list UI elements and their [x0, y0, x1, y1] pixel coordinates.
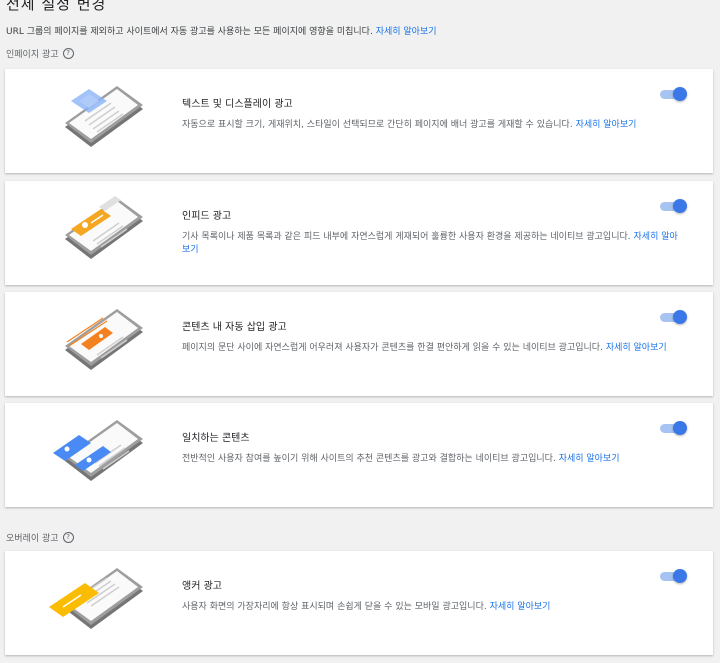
subtitle-learn-more-link[interactable]: 자세히 알아보기	[376, 27, 437, 37]
toggle-knob	[673, 87, 687, 101]
card-description: 기사 목록이나 제품 목록과 같은 피드 내부에 자연스럽게 게재되어 훌륭한 …	[182, 231, 682, 257]
infeed-illustration-icon	[65, 196, 143, 259]
section-label-overlay: 오버레이 광고 ?	[6, 531, 74, 544]
card-description: 전반적인 사용자 참여를 높이기 위해 사이트의 추천 콘텐츠를 광고와 결합하…	[182, 453, 682, 466]
card-desc-text: 사용자 화면의 가장자리에 항상 표시되며 손쉽게 닫을 수 있는 모바일 광고…	[182, 602, 487, 612]
card-title: 콘텐츠 내 자동 삽입 광고	[182, 322, 287, 333]
page-title: 전체 설정 변경	[6, 0, 107, 13]
text-display-illustration-icon	[65, 86, 143, 147]
card-title: 앵커 광고	[182, 581, 222, 592]
text-display-toggle[interactable]	[660, 87, 687, 101]
subtitle-text: URL 그룹의 페이지를 제외하고 사이트에서 자동 광고를 사용하는 모든 페…	[6, 27, 373, 37]
toggle-knob	[673, 569, 687, 583]
ad-card-text-display: 텍스트 및 디스플레이 광고 자동으로 표시할 크기, 게재위치, 스타일이 선…	[5, 69, 713, 173]
card-title: 일치하는 콘텐츠	[182, 433, 250, 444]
toggle-knob	[673, 199, 687, 213]
in-article-toggle[interactable]	[660, 310, 687, 324]
card-desc-text: 자동으로 표시할 크기, 게재위치, 스타일이 선택되므로 간단히 페이지에 배…	[182, 120, 573, 130]
matched-content-toggle[interactable]	[660, 421, 687, 435]
card-description: 페이지의 문단 사이에 자연스럽게 어우러져 사용자가 콘텐츠를 한결 편안하게…	[182, 342, 682, 355]
help-icon[interactable]: ?	[62, 48, 74, 59]
matched-content-illustration-icon	[53, 420, 143, 481]
card-description: 사용자 화면의 가장자리에 항상 표시되며 손쉽게 닫을 수 있는 모바일 광고…	[182, 601, 682, 614]
anchor-illustration-icon	[49, 568, 143, 629]
card-desc-text: 기사 목록이나 제품 목록과 같은 피드 내부에 자연스럽게 게재되어 훌륭한 …	[182, 232, 631, 242]
ad-card-anchor: 앵커 광고 사용자 화면의 가장자리에 항상 표시되며 손쉽게 닫을 수 있는 …	[5, 551, 713, 655]
card-title: 인피드 광고	[182, 211, 232, 222]
learn-more-link[interactable]: 자세히 알아보기	[559, 454, 620, 464]
section-inpage-text: 인페이지 광고	[6, 50, 59, 60]
ad-card-in-article: 콘텐츠 내 자동 삽입 광고 페이지의 문단 사이에 자연스럽게 어우러져 사용…	[5, 292, 713, 396]
learn-more-link[interactable]: 자세히 알아보기	[576, 120, 637, 130]
learn-more-link[interactable]: 자세히 알아보기	[606, 343, 667, 353]
page-subtitle: URL 그룹의 페이지를 제외하고 사이트에서 자동 광고를 사용하는 모든 페…	[6, 24, 437, 37]
learn-more-link[interactable]: 자세히 알아보기	[490, 602, 551, 612]
anchor-toggle[interactable]	[660, 569, 687, 583]
card-desc-text: 전반적인 사용자 참여를 높이기 위해 사이트의 추천 콘텐츠를 광고와 결합하…	[182, 454, 556, 464]
toggle-knob	[673, 421, 687, 435]
ad-card-infeed: 인피드 광고 기사 목록이나 제품 목록과 같은 피드 내부에 자연스럽게 게재…	[5, 181, 713, 285]
in-article-illustration-icon	[65, 309, 143, 370]
toggle-knob	[673, 310, 687, 324]
infeed-toggle[interactable]	[660, 199, 687, 213]
card-description: 자동으로 표시할 크기, 게재위치, 스타일이 선택되므로 간단히 페이지에 배…	[182, 119, 682, 132]
card-desc-text: 페이지의 문단 사이에 자연스럽게 어우러져 사용자가 콘텐츠를 한결 편안하게…	[182, 343, 603, 353]
card-title: 텍스트 및 디스플레이 광고	[182, 99, 293, 110]
section-label-inpage: 인페이지 광고 ?	[6, 47, 74, 60]
ad-card-matched-content: 일치하는 콘텐츠 전반적인 사용자 참여를 높이기 위해 사이트의 추천 콘텐츠…	[5, 403, 713, 507]
help-icon[interactable]: ?	[62, 532, 74, 543]
section-overlay-text: 오버레이 광고	[6, 534, 59, 544]
